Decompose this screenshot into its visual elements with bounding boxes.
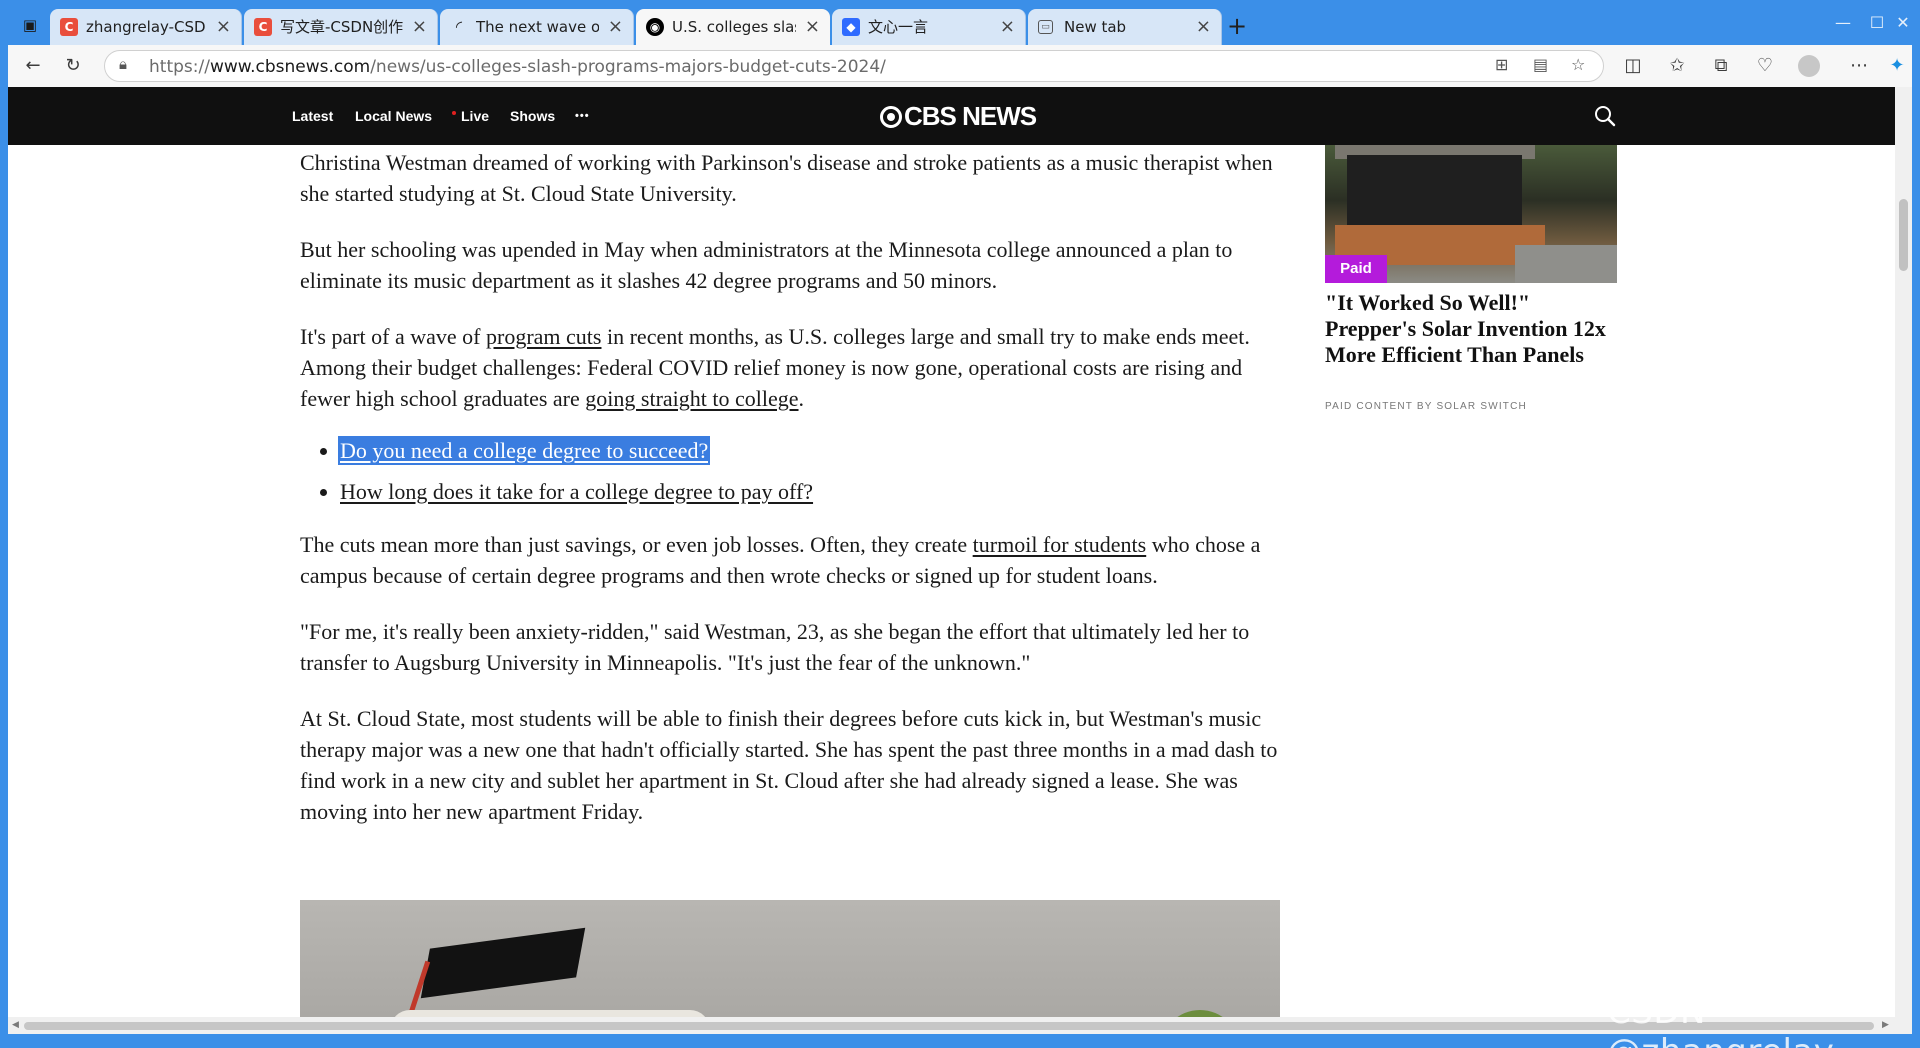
tab-actions-icon[interactable]: ▣ xyxy=(18,13,42,37)
more-menu-icon[interactable]: ⋯ xyxy=(1846,53,1872,79)
live-dot-icon xyxy=(452,111,456,116)
close-window-icon[interactable]: ✕ xyxy=(1888,13,1918,32)
web-page: Latest Local News Live Shows ••• CBS NEW… xyxy=(8,87,1912,1034)
list-item: How long does it take for a college degr… xyxy=(340,476,1290,507)
url-host: www.cbsnews.com xyxy=(209,57,371,77)
nav-more-icon[interactable]: ••• xyxy=(575,110,590,122)
reader-view-icon[interactable]: ▤ xyxy=(1533,55,1548,74)
ad-sponsor: PAID CONTENT BY SOLAR SWITCH xyxy=(1325,401,1527,412)
tab-title: U.S. colleges slash majors ( xyxy=(672,18,796,36)
related-link-degree-succeed[interactable]: Do you need a college degree to succeed? xyxy=(337,436,711,465)
nav-latest[interactable]: Latest xyxy=(292,108,333,124)
sponsored-ad[interactable]: Paid "It Worked So Well!" Prepper's Sola… xyxy=(1325,145,1625,445)
text-run: It's part of a wave of xyxy=(300,324,487,349)
vertical-scrollbar[interactable] xyxy=(1895,87,1912,1034)
tab-close-icon[interactable]: × xyxy=(412,9,427,45)
scroll-left-arrow-icon[interactable]: ◀ xyxy=(12,1020,19,1030)
apps-icon[interactable]: ⊞ xyxy=(1495,55,1508,74)
address-bar[interactable]: 🔒︎ https://www.cbsnews.com/news/us-colle… xyxy=(104,50,1604,82)
lock-icon[interactable]: 🔒︎ xyxy=(119,55,127,73)
url-text[interactable]: https://www.cbsnews.com/news/us-colleges… xyxy=(149,57,886,77)
new-tab-button[interactable]: + xyxy=(1223,13,1251,41)
tab-csdn-write[interactable]: C 写文章-CSDN创作中心 × xyxy=(244,9,438,45)
favorites-icon[interactable]: ✩ xyxy=(1664,53,1690,79)
wenxin-icon: ◆ xyxy=(842,18,860,36)
tab-next-wave[interactable]: ◜ The next wave of college c × xyxy=(440,9,634,45)
tab-title: The next wave of college c xyxy=(476,18,599,36)
newtab-icon: ▭ xyxy=(1038,20,1053,34)
tab-new-tab[interactable]: ▭ New tab × xyxy=(1028,9,1222,45)
tab-close-icon[interactable]: × xyxy=(1196,9,1211,45)
nav-live[interactable]: Live xyxy=(452,108,489,124)
collections-icon[interactable]: ⧉ xyxy=(1708,53,1734,79)
tab-title: 写文章-CSDN创作中心 xyxy=(280,18,403,36)
nav-shows[interactable]: Shows xyxy=(510,108,555,124)
program-cuts-link[interactable]: program cuts xyxy=(486,324,601,349)
article-paragraph: "For me, it's really been anxiety-ridden… xyxy=(300,619,1250,675)
vertical-scroll-thumb[interactable] xyxy=(1899,199,1908,271)
browser-essentials-icon[interactable]: ♡ xyxy=(1752,53,1778,79)
csdn-icon: C xyxy=(254,18,272,36)
article-paragraph: But her schooling was upended in May whe… xyxy=(300,237,1233,293)
cbs-eye-icon xyxy=(880,106,902,128)
going-straight-to-college-link[interactable]: going straight to college xyxy=(585,386,798,411)
csdn-icon: C xyxy=(60,18,78,36)
ad-headline[interactable]: "It Worked So Well!" Prepper's Solar Inv… xyxy=(1325,290,1617,368)
nav-local-news[interactable]: Local News xyxy=(355,108,432,124)
copilot-icon[interactable]: ✦ xyxy=(1884,53,1910,79)
reload-icon[interactable]: ↻ xyxy=(60,53,86,79)
browser-window: ▣ C zhangrelay-CSDN博客 × C 写文章-CSDN创作中心 ×… xyxy=(0,0,1920,1048)
minimize-icon[interactable]: — xyxy=(1828,13,1858,32)
profile-avatar-icon[interactable] xyxy=(1798,55,1820,77)
tab-close-icon[interactable]: × xyxy=(805,9,820,45)
cbs-icon: ◉ xyxy=(646,18,664,36)
turmoil-for-students-link[interactable]: turmoil for students xyxy=(973,532,1147,557)
article-paragraph: At St. Cloud State, most students will b… xyxy=(300,706,1278,824)
nav-live-label: Live xyxy=(461,108,490,124)
text-run: . xyxy=(798,386,805,411)
search-icon[interactable] xyxy=(1593,104,1617,128)
tab-us-colleges[interactable]: ◉ U.S. colleges slash majors ( × xyxy=(636,9,830,45)
article-hero-image xyxy=(300,900,1280,1034)
favorite-star-icon[interactable]: ☆ xyxy=(1571,55,1585,74)
text-run: The cuts mean more than just savings, or… xyxy=(300,532,973,557)
url-path: /news/us-colleges-slash-programs-majors-… xyxy=(370,57,886,77)
tab-title: 文心一言 xyxy=(868,18,929,36)
back-icon[interactable]: ← xyxy=(20,53,46,79)
loading-icon: ◜ xyxy=(455,17,463,36)
related-links-list: Do you need a college degree to succeed?… xyxy=(337,435,1290,507)
article-paragraph: Christina Westman dreamed of working wit… xyxy=(300,150,1273,206)
article-paragraph: It's part of a wave of program cuts in r… xyxy=(300,321,1290,414)
graduation-cap xyxy=(420,927,586,999)
url-prefix: https:// xyxy=(149,57,210,77)
tab-bar: ▣ C zhangrelay-CSDN博客 × C 写文章-CSDN创作中心 ×… xyxy=(8,5,1912,45)
tab-title: zhangrelay-CSDN博客 xyxy=(86,18,207,36)
article-paragraph: The cuts mean more than just savings, or… xyxy=(300,529,1290,591)
tab-title: New tab xyxy=(1064,18,1127,36)
tab-close-icon[interactable]: × xyxy=(1000,9,1015,45)
horizontal-scroll-thumb[interactable] xyxy=(24,1022,1874,1030)
csdn-watermark: CSDN @zhangrelay xyxy=(1607,992,1834,1048)
browser-toolbar: ← ↻ 🔒︎ https://www.cbsnews.com/news/us-c… xyxy=(8,45,1912,87)
cbs-news-logo[interactable]: CBS NEWS xyxy=(880,101,1037,132)
list-item: Do you need a college degree to succeed? xyxy=(337,435,1290,466)
paid-badge: Paid xyxy=(1325,255,1387,283)
related-link-degree-payoff[interactable]: How long does it take for a college degr… xyxy=(340,479,813,504)
site-navbar: Latest Local News Live Shows ••• CBS NEW… xyxy=(8,87,1895,145)
brand-text: CBS NEWS xyxy=(904,101,1037,131)
tab-wenxin[interactable]: ◆ 文心一言 × xyxy=(832,9,1026,45)
gravel xyxy=(1515,245,1617,283)
split-screen-icon[interactable]: ◫ xyxy=(1620,53,1646,79)
tab-close-icon[interactable]: × xyxy=(216,9,231,45)
tab-close-icon[interactable]: × xyxy=(608,9,623,45)
tab-csdn-blog[interactable]: C zhangrelay-CSDN博客 × xyxy=(50,9,242,45)
article-body: Christina Westman dreamed of working wit… xyxy=(300,147,1290,852)
